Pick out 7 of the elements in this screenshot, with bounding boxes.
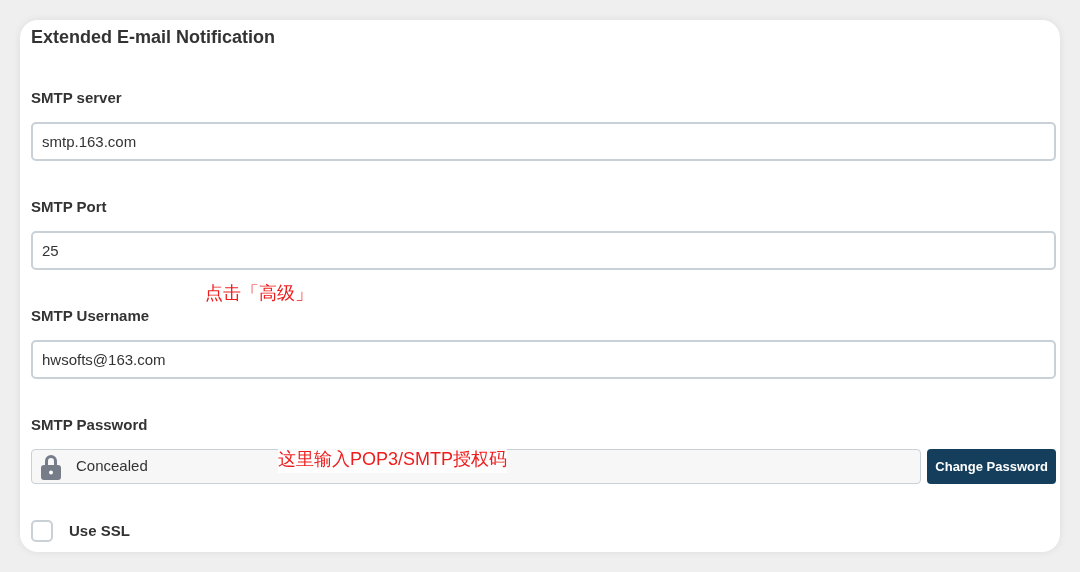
section-title: Extended E-mail Notification xyxy=(31,26,277,49)
field-label: SMTP Password xyxy=(31,415,149,435)
field-label: SMTP Port xyxy=(31,197,108,217)
checkbox-label: Use SSL xyxy=(69,521,130,541)
annotation-tooltip: 这里输入POP3/SMTP授权码 xyxy=(278,446,508,473)
field-label: SMTP Username xyxy=(31,306,151,326)
field-label: SMTP server xyxy=(31,88,123,108)
